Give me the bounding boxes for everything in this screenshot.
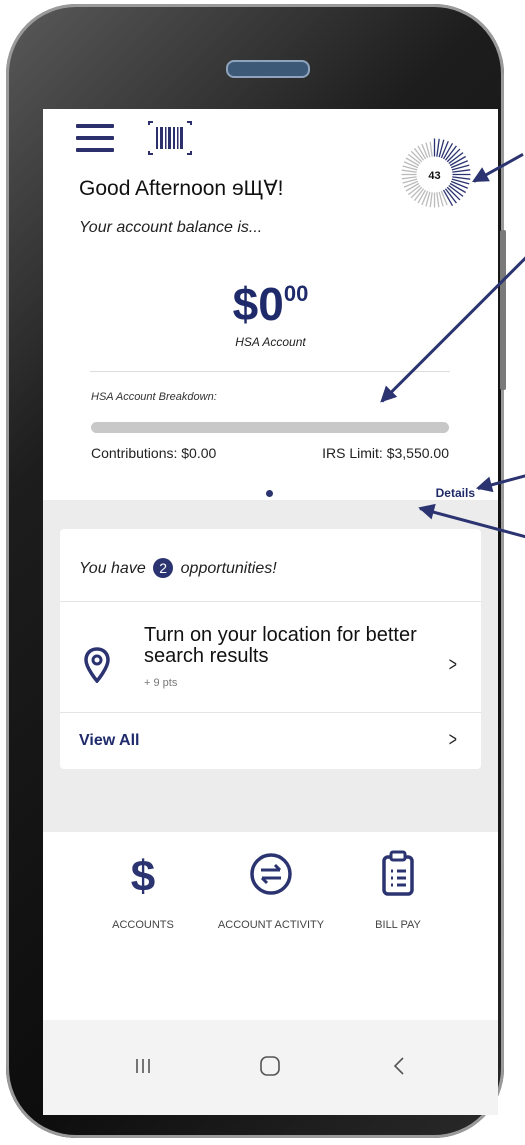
gauge-tick bbox=[401, 176, 417, 180]
system-navigation-bar bbox=[43, 1020, 498, 1115]
nav-bill-pay[interactable]: BILL PAY bbox=[363, 849, 433, 931]
contributions-text: Contributions: $0.00 bbox=[91, 445, 217, 461]
opportunity-title: Turn on your location for better search … bbox=[144, 624, 417, 667]
divider bbox=[90, 371, 450, 372]
details-link[interactable]: Details bbox=[436, 486, 475, 500]
menu-icon[interactable] bbox=[76, 124, 114, 152]
view-all-link: View All bbox=[79, 732, 140, 749]
chevron-right-icon: > bbox=[449, 729, 458, 751]
account-type-label: HSA Account bbox=[235, 335, 306, 349]
opportunities-count-badge: 2 bbox=[153, 558, 174, 578]
svg-text:$: $ bbox=[131, 852, 155, 897]
gauge-tick bbox=[452, 169, 471, 173]
nav-bill-pay-label: BILL PAY bbox=[375, 919, 421, 931]
opportunities-suffix: opportunities! bbox=[180, 560, 277, 577]
balance-cents: 00 bbox=[283, 281, 309, 306]
phone-side-button bbox=[500, 230, 506, 390]
gauge-tick bbox=[436, 192, 440, 208]
gauge-tick bbox=[429, 192, 433, 208]
balance-dollars: $0 bbox=[232, 278, 284, 330]
contribution-progress-bar bbox=[91, 422, 449, 433]
account-summary-panel: Good Afternoon ɘЩⱯ! Your account balance… bbox=[43, 109, 498, 500]
barcode-icon[interactable] bbox=[147, 121, 193, 155]
opportunities-card: You have 2 opportunities! Turn on your l… bbox=[60, 529, 481, 769]
score-value: 43 bbox=[428, 170, 440, 182]
recent-apps-icon[interactable] bbox=[133, 1056, 153, 1076]
gauge-tick bbox=[436, 138, 440, 157]
opportunity-points: + 9 pts bbox=[144, 677, 178, 689]
gauge-tick bbox=[429, 141, 433, 157]
chevron-right-icon: > bbox=[449, 654, 458, 676]
breakdown-title: HSA Account Breakdown: bbox=[91, 391, 217, 403]
balance-amount: $000 bbox=[43, 277, 498, 331]
app-screen: Good Afternoon ɘЩⱯ! Your account balance… bbox=[43, 109, 498, 1115]
opportunities-header: You have 2 opportunities! bbox=[79, 558, 277, 578]
back-icon[interactable] bbox=[391, 1056, 407, 1076]
irs-limit-text: IRS Limit: $3,550.00 bbox=[322, 445, 449, 461]
score-gauge[interactable]: 43 bbox=[397, 137, 472, 212]
page-indicator-dot[interactable] bbox=[266, 490, 273, 497]
nav-account-activity[interactable]: ACCOUNT ACTIVITY bbox=[218, 849, 324, 931]
dollar-icon: $ bbox=[131, 852, 155, 901]
gauge-tick bbox=[452, 176, 471, 180]
balance-intro-text: Your account balance is... bbox=[79, 219, 263, 236]
home-icon[interactable] bbox=[259, 1055, 281, 1077]
opportunity-item-location[interactable]: Turn on your location for better search … bbox=[60, 602, 481, 712]
bottom-navigation: $ ACCOUNTS ACCOUNT ACTIVITY BILL PAY bbox=[43, 832, 498, 1020]
phone-speaker bbox=[226, 60, 310, 78]
opportunities-prefix: You have bbox=[79, 560, 146, 577]
greeting-text: Good Afternoon ɘЩⱯ! bbox=[79, 177, 284, 200]
nav-accounts[interactable]: $ ACCOUNTS bbox=[108, 849, 178, 931]
clipboard-icon bbox=[382, 850, 414, 896]
location-pin-icon bbox=[84, 647, 110, 683]
transfer-arrows-icon bbox=[250, 853, 292, 895]
gauge-tick bbox=[401, 169, 417, 173]
view-all-row[interactable]: View All > bbox=[60, 713, 481, 768]
